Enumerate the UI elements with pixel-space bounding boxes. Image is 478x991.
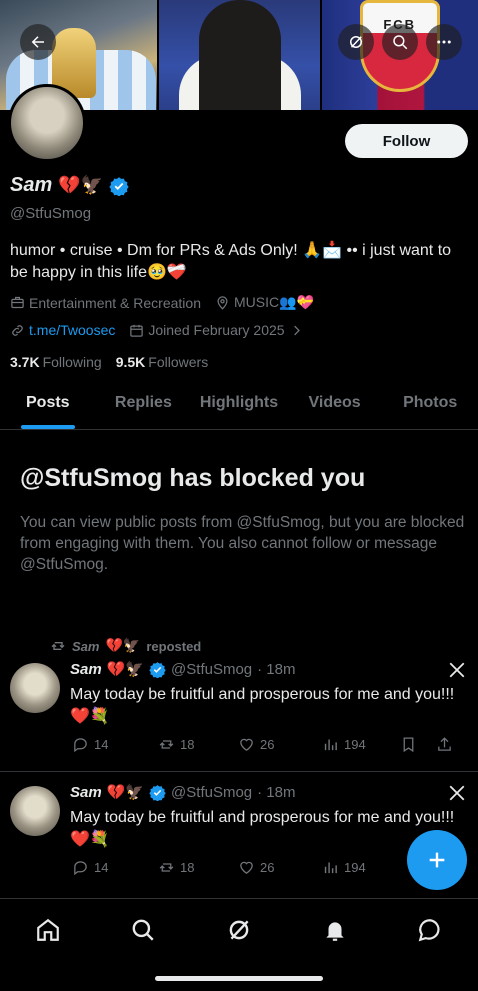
search-icon [132, 919, 154, 941]
repost-button[interactable]: 18 [158, 736, 238, 753]
tab-photos[interactable]: Photos [382, 388, 478, 429]
back-button[interactable] [20, 24, 56, 60]
nav-home[interactable] [32, 917, 64, 949]
like-button[interactable]: 26 [238, 736, 322, 753]
views-chart-icon [324, 862, 337, 874]
tab-replies[interactable]: Replies [96, 388, 192, 429]
reply-icon [74, 738, 87, 753]
profile-bio: humor • cruise • Dm for PRs & Ads Only! … [10, 242, 452, 281]
verified-badge-icon [149, 661, 166, 678]
profile-meta-row-2: t.me/Twoosec Joined February 2025 [10, 322, 304, 338]
reply-button[interactable]: 14 [72, 736, 158, 753]
calendar-icon [130, 324, 144, 337]
blocked-title: @StfuSmog has blocked you [20, 464, 366, 492]
location-pin-icon [217, 296, 228, 310]
profile-meta-row-1: Entertainment & Recreation MUSIC👥💝 [10, 294, 314, 311]
nav-grok[interactable] [223, 917, 255, 949]
profile-avatar[interactable] [8, 84, 86, 162]
like-button[interactable]: 26 [238, 859, 322, 876]
tab-highlights[interactable]: Highlights [191, 388, 287, 429]
repost-button[interactable]: 18 [158, 859, 238, 876]
heart-icon [240, 738, 253, 751]
verified-badge-icon [149, 784, 166, 801]
verified-badge-icon[interactable] [109, 176, 129, 196]
repost-icon [51, 642, 65, 650]
compose-button[interactable] [407, 830, 467, 890]
profile-name: Sam [10, 174, 53, 196]
post-header: Sam 💔🦅 @StfuSmog · 18m [70, 660, 296, 678]
chevron-right-icon [293, 325, 300, 335]
profile-handle: @StfuSmog [10, 205, 92, 222]
banner-image-2 [159, 0, 320, 110]
back-arrow-icon [31, 36, 44, 48]
bell-icon [325, 922, 344, 941]
post-text: May today be fruitful and prosperous for… [70, 809, 455, 848]
grok-button[interactable] [338, 24, 374, 60]
follow-counts: 3.7K Following 9.5K Followers [10, 354, 208, 370]
reply-button[interactable]: 14 [72, 859, 158, 876]
blocked-description: You can view public posts from @StfuSmog… [20, 514, 465, 573]
profile-name-emoji: 💔🦅 [58, 175, 104, 196]
grok-icon [350, 36, 362, 48]
views-chart-icon [324, 739, 337, 751]
post-item[interactable]: Sam 💔🦅 @StfuSmog · 18m May today be frui… [0, 778, 478, 895]
followers-count[interactable]: 9.5K Followers [116, 354, 208, 370]
repost-indicator[interactable]: Sam 💔🦅 reposted [50, 638, 201, 654]
link-icon [12, 324, 23, 336]
x-logo-icon[interactable] [448, 661, 466, 679]
profile-joined[interactable]: Joined February 2025 [129, 322, 303, 338]
nav-messages[interactable] [414, 917, 446, 949]
profile-location: MUSIC👥💝 [215, 294, 314, 311]
reply-icon [74, 861, 87, 876]
profile-name-row: Sam 💔🦅 [10, 174, 129, 197]
search-icon [393, 35, 408, 50]
profile-category: Entertainment & Recreation [10, 295, 201, 311]
tab-posts[interactable]: Posts [0, 388, 96, 429]
more-icon [437, 40, 451, 44]
briefcase-icon [11, 296, 24, 309]
following-count[interactable]: 3.7K Following [10, 354, 102, 370]
follow-button[interactable]: Follow [345, 124, 468, 158]
grok-icon [229, 920, 249, 940]
repost-icon [159, 740, 174, 749]
profile-link[interactable]: t.me/Twoosec [10, 322, 115, 338]
more-button[interactable] [426, 24, 462, 60]
profile-tabs: Posts Replies Highlights Videos Photos [0, 388, 478, 430]
x-logo-icon[interactable] [448, 784, 466, 802]
post-divider [0, 771, 478, 772]
share-button[interactable] [436, 736, 456, 753]
bookmark-icon [403, 737, 414, 753]
views-button[interactable]: 194 [322, 736, 400, 753]
tab-videos[interactable]: Videos [287, 388, 383, 429]
nav-search[interactable] [127, 917, 159, 949]
messages-icon [418, 919, 440, 942]
post-actions: 14 18 26 194 [72, 736, 472, 753]
home-icon [36, 918, 59, 941]
post-text: May today be fruitful and prosperous for… [70, 686, 455, 725]
search-button[interactable] [382, 24, 418, 60]
post-item[interactable]: Sam 💔🦅 @StfuSmog · 18m May today be frui… [0, 655, 478, 772]
nav-notifications[interactable] [319, 917, 351, 949]
repost-icon [159, 863, 174, 872]
post-avatar[interactable] [10, 663, 60, 713]
heart-icon [240, 861, 253, 874]
plus-icon [429, 852, 445, 868]
views-button[interactable]: 194 [322, 859, 400, 876]
share-icon [438, 737, 451, 751]
post-header: Sam 💔🦅 @StfuSmog · 18m [70, 783, 296, 801]
home-indicator[interactable] [155, 976, 323, 981]
post-avatar[interactable] [10, 786, 60, 836]
bookmark-button[interactable] [400, 736, 436, 753]
